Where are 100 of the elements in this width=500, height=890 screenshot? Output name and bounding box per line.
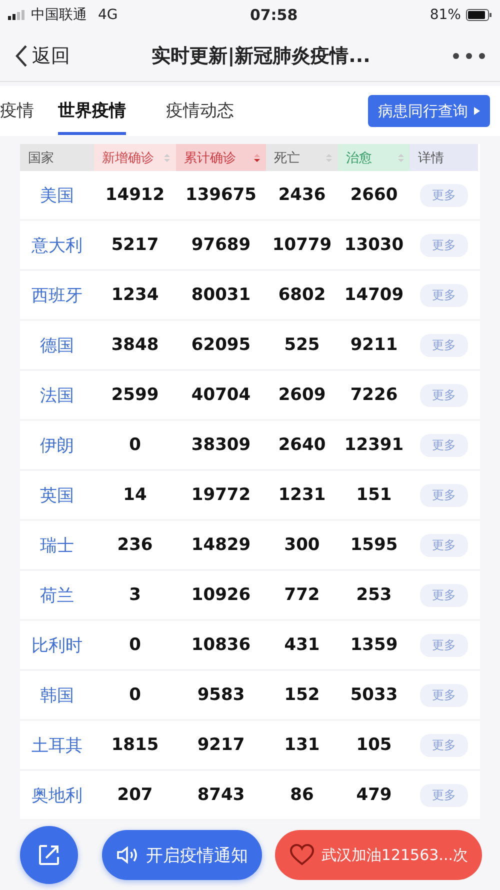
table-cell: 1234	[111, 285, 159, 305]
table-cell: 1231	[278, 485, 326, 505]
table-cell: 62095	[191, 335, 251, 355]
table-cell: 3	[129, 585, 141, 605]
column-header[interactable]: 新增确诊	[94, 144, 176, 171]
table-cell: 2609	[278, 385, 326, 405]
tab[interactable]: 疫情	[0, 87, 34, 135]
table-cell: 6802	[278, 285, 326, 305]
table-cell: 253	[356, 585, 392, 605]
country-link[interactable]: 韩国	[40, 684, 74, 706]
more-button[interactable]: 更多	[420, 334, 468, 356]
more-button[interactable]: 更多	[420, 584, 468, 606]
table-cell: 131	[284, 735, 320, 755]
table-cell: 772	[284, 585, 320, 605]
table-cell: 236	[117, 535, 153, 555]
table-cell: 207	[117, 785, 153, 805]
table-cell: 300	[284, 535, 320, 555]
tab[interactable]: 疫情动态	[166, 87, 234, 135]
table-cell: 8743	[197, 785, 245, 805]
more-button[interactable]: 更多	[420, 184, 468, 206]
back-icon[interactable]	[14, 44, 28, 68]
table-cell: 14	[123, 485, 147, 505]
country-link[interactable]: 英国	[40, 484, 74, 506]
notify-button[interactable]: 开启疫情通知	[102, 830, 262, 880]
country-link[interactable]: 比利时	[32, 634, 82, 656]
table-cell: 1359	[350, 635, 398, 655]
table-cell: 0	[129, 685, 141, 705]
more-button[interactable]: 更多	[420, 684, 468, 706]
more-button[interactable]: 更多	[420, 384, 468, 406]
more-button[interactable]: 更多	[420, 734, 468, 756]
table-cell: 1815	[111, 735, 159, 755]
page-title: 实时更新|新冠肺炎疫情...	[150, 44, 372, 68]
table-cell: 86	[290, 785, 314, 805]
table-cell: 12391	[344, 435, 404, 455]
carrier-label: 中国联通	[31, 6, 87, 24]
country-link[interactable]: 意大利	[32, 234, 82, 256]
table-cell: 525	[284, 335, 320, 355]
country-link[interactable]: 法国	[40, 384, 74, 406]
table-cell: 9217	[197, 735, 245, 755]
table-cell: 105	[356, 735, 392, 755]
country-link[interactable]: 伊朗	[40, 434, 74, 456]
more-button[interactable]: 更多	[420, 434, 468, 456]
country-link[interactable]: 西班牙	[32, 284, 82, 306]
more-button[interactable]: 更多	[420, 484, 468, 506]
table-cell: 14829	[191, 535, 251, 555]
query-button[interactable]: 病患同行查询	[368, 95, 490, 127]
table-cell: 152	[284, 685, 320, 705]
share-button[interactable]	[20, 826, 78, 884]
more-button[interactable]: 更多	[420, 634, 468, 656]
sort-icon[interactable]	[254, 152, 260, 162]
table-cell: 3848	[111, 335, 159, 355]
table-cell: 9211	[350, 335, 398, 355]
more-button[interactable]: 更多	[420, 234, 468, 256]
share-icon[interactable]	[37, 843, 61, 867]
triangle-icon[interactable]	[474, 107, 480, 115]
table-cell: 0	[129, 635, 141, 655]
table-cell: 2436	[278, 185, 326, 205]
table-cell: 2660	[350, 185, 398, 205]
table-cell: 38309	[191, 435, 251, 455]
table-cell: 2599	[111, 385, 159, 405]
table-cell: 10836	[191, 635, 251, 655]
table-cell: 19772	[191, 485, 251, 505]
table-cell: 479	[356, 785, 392, 805]
table-cell: 40704	[191, 385, 251, 405]
battery-icon	[466, 9, 492, 21]
table-cell: 431	[284, 635, 320, 655]
table-cell: 13030	[344, 235, 404, 255]
signal-icon	[8, 10, 26, 20]
tab[interactable]: 世界疫情	[58, 87, 126, 135]
column-header: 详情	[410, 144, 478, 171]
column-header: 国家	[20, 144, 94, 171]
country-link[interactable]: 瑞士	[40, 534, 74, 556]
country-link[interactable]: 荷兰	[40, 584, 74, 606]
country-link[interactable]: 土耳其	[32, 734, 82, 756]
battery-percent: 81%	[430, 7, 461, 23]
country-link[interactable]: 奥地利	[32, 784, 82, 806]
table-cell: 2640	[278, 435, 326, 455]
back-button[interactable]: 返回	[14, 42, 70, 68]
cheer-button[interactable]: 武汉加油121563...次	[275, 830, 482, 880]
country-link[interactable]: 美国	[40, 184, 74, 206]
heart-icon[interactable]	[289, 843, 316, 867]
column-header[interactable]: 累计确诊	[176, 144, 266, 171]
table-cell: 80031	[191, 285, 251, 305]
table-cell: 0	[129, 435, 141, 455]
network-label: 4G	[98, 7, 118, 23]
clock-time: 07:58	[250, 6, 298, 24]
more-button[interactable]: 更多	[420, 784, 468, 806]
table-cell: 151	[356, 485, 392, 505]
speaker-icon[interactable]	[116, 845, 140, 865]
column-header[interactable]: 死亡	[266, 144, 338, 171]
column-header[interactable]: 治愈	[338, 144, 410, 171]
table-cell: 5033	[350, 685, 398, 705]
table-cell: 139675	[186, 185, 256, 205]
more-button[interactable]: 更多	[420, 284, 468, 306]
table-cell: 97689	[191, 235, 251, 255]
more-button[interactable]: 更多	[420, 534, 468, 556]
country-link[interactable]: 德国	[40, 334, 74, 356]
table-cell: 1595	[350, 535, 398, 555]
table-cell: 14912	[105, 185, 165, 205]
more-icon[interactable]	[452, 52, 486, 60]
